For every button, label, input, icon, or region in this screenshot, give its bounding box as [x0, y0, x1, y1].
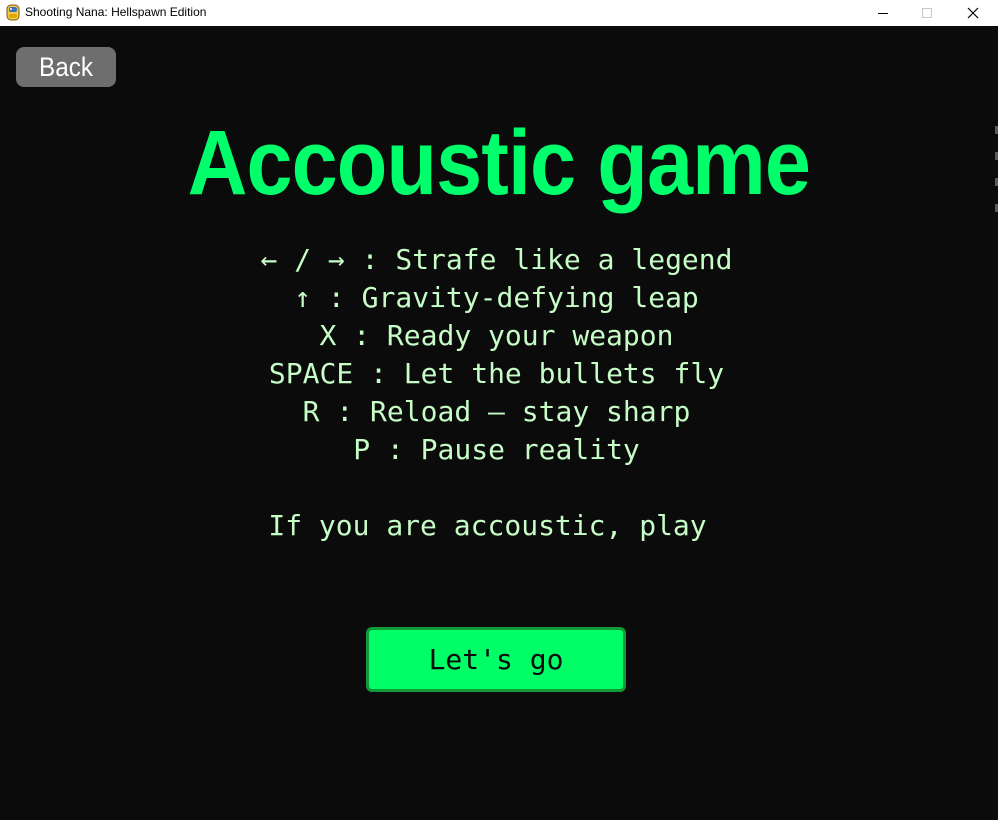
python-icon [6, 4, 20, 21]
maximize-icon [922, 8, 932, 18]
minimize-button[interactable] [860, 0, 906, 26]
control-line: R : Reload — stay sharp [302, 395, 691, 428]
title-bar: Shooting Nana: Hellspawn Edition [0, 0, 998, 26]
control-line: ← / → : Strafe like a legend [260, 243, 733, 276]
maximize-button[interactable] [904, 0, 950, 26]
tagline: If you are accoustic, play [268, 509, 707, 542]
control-line: P : Pause reality [353, 433, 640, 466]
controls-list: ← / → : Strafe like a legend ↑ : Gravity… [0, 241, 993, 469]
page-title: Accoustic game [0, 108, 998, 218]
back-button-label: Back [38, 52, 94, 82]
close-button[interactable] [950, 0, 996, 26]
page-title-text: Accoustic game [187, 112, 811, 214]
minimize-icon [878, 13, 888, 14]
close-icon [967, 7, 979, 19]
game-canvas: Back Accoustic game ← / → : Strafe like … [0, 26, 998, 820]
control-line: X : Ready your weapon [319, 319, 674, 352]
back-button[interactable]: Back [16, 47, 116, 87]
control-line: ↑ : Gravity-defying leap [294, 281, 699, 314]
start-button-label: Let's go [428, 643, 564, 676]
game-window: Shooting Nana: Hellspawn Edition Back Ac… [0, 0, 998, 820]
start-button[interactable]: Let's go [366, 627, 626, 692]
control-line: SPACE : Let the bullets fly [268, 357, 725, 390]
window-title: Shooting Nana: Hellspawn Edition [25, 5, 207, 19]
